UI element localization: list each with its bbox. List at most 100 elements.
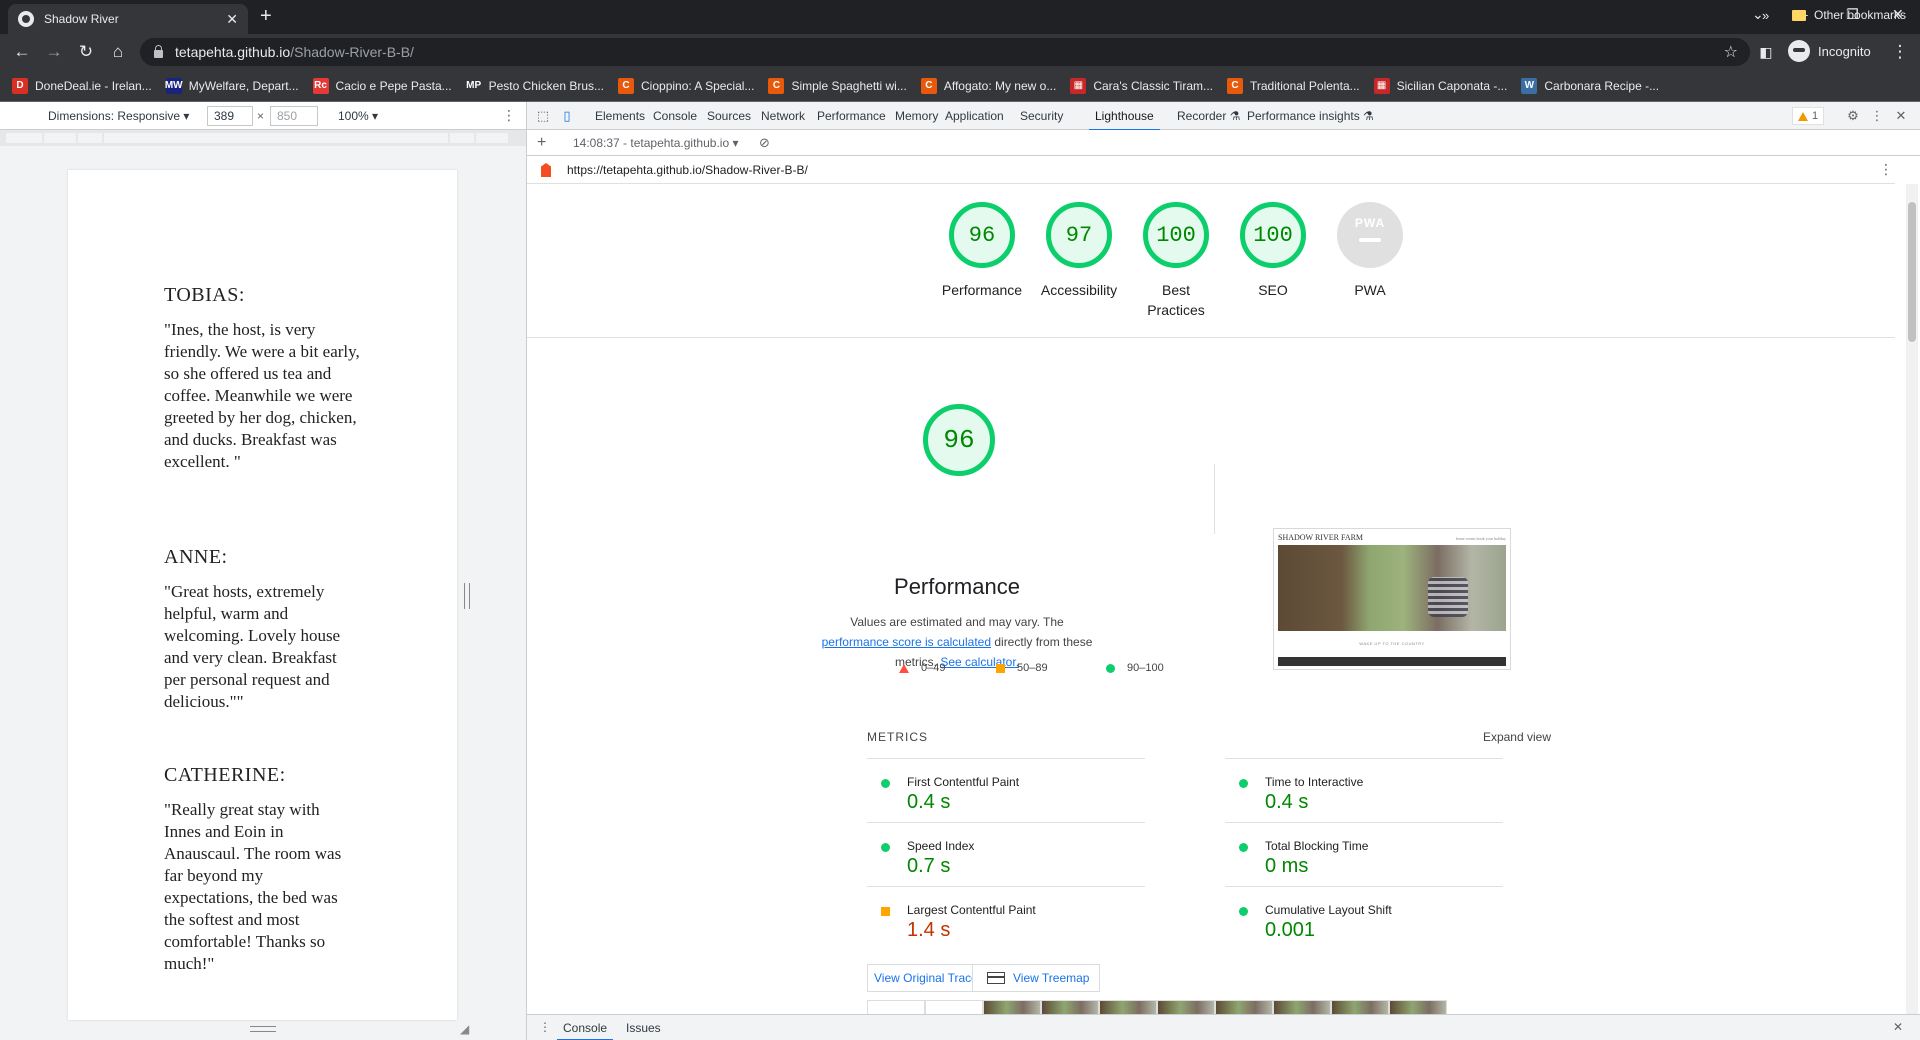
devtools-tab-elements[interactable]: Elements (595, 109, 645, 123)
metric-total-blocking-time: Total Blocking Time 0 ms (1225, 822, 1503, 886)
close-drawer-icon[interactable]: ✕ (1893, 1020, 1903, 1034)
bookmark-item[interactable]: D DoneDeal.ie - Irelan... (12, 77, 152, 94)
bookmark-item[interactable]: ▦ Sicilian Caponata -... (1373, 77, 1508, 94)
metric-value: 0.001 (1265, 919, 1316, 941)
warnings-badge[interactable]: 1 (1792, 107, 1825, 125)
other-bookmarks-label: Other bookmarks (1814, 8, 1907, 22)
metric-label: Time to Interactive (1265, 775, 1364, 789)
expand-view-toggle[interactable]: Expand view (1483, 730, 1551, 744)
bookmark-label: Sicilian Caponata -... (1396, 78, 1508, 93)
folder-icon (1792, 9, 1806, 21)
viewport-width-input[interactable] (207, 106, 253, 126)
bookmark-item[interactable]: C Simple Spaghetti wi... (768, 77, 907, 94)
pass-circle-icon (881, 779, 890, 788)
viewport-height-input[interactable] (270, 106, 318, 126)
gauge-seo[interactable]: 100 SEO (1223, 202, 1323, 300)
browser-tab[interactable]: Shadow River ✕ (8, 4, 248, 34)
report-url[interactable]: https://tetapehta.github.io/Shadow-River… (567, 163, 808, 177)
devtools-tab-console[interactable]: Console (653, 109, 697, 123)
gauge-label: Accessibility (1040, 282, 1118, 298)
drawer-tab-console[interactable]: Console (556, 1021, 614, 1040)
legend-fail: 0–49 (899, 662, 945, 674)
performance-score-link[interactable]: performance score is calculated (822, 635, 991, 649)
devtools-tab-security[interactable]: Security (1020, 109, 1063, 123)
bookmark-star-icon[interactable]: ☆ (1724, 42, 1738, 62)
report-menu-icon[interactable]: ⋮ (1879, 161, 1893, 178)
clear-reports-icon[interactable]: ⊘ (759, 135, 770, 151)
report-scrollbar[interactable] (1906, 184, 1918, 1014)
devtools-tab-application[interactable]: Application (945, 109, 1004, 123)
filmstrip-frame (867, 1000, 925, 1014)
close-devtools-icon[interactable]: ✕ (1893, 108, 1909, 124)
back-icon[interactable]: ← (12, 42, 32, 62)
devtools-tab-network[interactable]: Network (761, 109, 805, 123)
filmstrip-frame (1215, 1000, 1273, 1014)
device-viewport[interactable]: TOBIAS: "Ines, the host, is very friendl… (68, 170, 457, 1020)
new-report-icon[interactable]: + (537, 134, 546, 152)
warning-icon (1798, 111, 1808, 121)
performance-title: Performance (894, 574, 1020, 599)
zoom-dropdown[interactable]: 100% ▾ (338, 109, 378, 123)
final-screenshot[interactable]: SHADOW RIVER FARM home rooms book your h… (1273, 528, 1511, 670)
devtools-tab-lighthouse[interactable]: Lighthouse (1089, 109, 1160, 131)
device-options-icon[interactable]: ⋮ (502, 107, 516, 124)
pwa-badge-icon: PWA (1337, 202, 1403, 268)
forward-icon[interactable]: → (44, 42, 64, 62)
dimensions-dropdown[interactable]: Dimensions: Responsive ▾ (48, 109, 189, 123)
bookmark-item[interactable]: C Cioppino: A Special... (618, 77, 754, 94)
right-resize-handle[interactable] (464, 583, 470, 609)
url-path: /Shadow-River-B-B/ (290, 44, 414, 60)
bottom-resize-handle[interactable] (250, 1026, 276, 1032)
other-bookmarks[interactable]: Other bookmarks (1792, 8, 1906, 22)
review-quote: "Really great stay with Innes and Eoin i… (164, 800, 342, 973)
url-host: tetapehta.github.io (175, 44, 291, 60)
lock-icon[interactable] (154, 45, 163, 58)
devtools-menu-icon[interactable]: ⋮ (1869, 108, 1885, 124)
drawer-tab-issues[interactable]: Issues (626, 1021, 661, 1035)
browser-menu-icon[interactable]: ⋮ (1890, 42, 1910, 62)
reload-icon[interactable]: ↻ (76, 42, 96, 62)
bookmark-item[interactable]: ▦ Cara's Classic Tiram... (1070, 77, 1213, 94)
incognito-badge[interactable]: Incognito (1788, 40, 1871, 62)
device-toggle-icon[interactable]: ▯ (559, 108, 575, 124)
bookmarks-overflow-icon[interactable]: » (1762, 8, 1769, 23)
media-query-bar[interactable] (0, 130, 526, 146)
new-tab-icon[interactable]: + (260, 6, 272, 26)
home-icon[interactable]: ⌂ (108, 42, 128, 62)
gauge-accessibility[interactable]: 97 Accessibility (1029, 202, 1129, 300)
fail-triangle-icon (899, 663, 909, 673)
bookmark-item[interactable]: MP Pesto Chicken Brus... (465, 77, 605, 94)
bookmark-label: Pesto Chicken Brus... (488, 78, 605, 93)
bookmark-item[interactable]: C Affogato: My new o... (920, 77, 1056, 94)
devtools-tab-memory[interactable]: Memory (895, 109, 938, 123)
inspect-element-icon[interactable]: ⬚ (535, 108, 551, 124)
gauge-label: SEO (1258, 282, 1288, 298)
bookmark-item[interactable]: MW MyWelfare, Depart... (165, 77, 299, 94)
tab-title: Shadow River (44, 12, 119, 26)
view-original-trace-button[interactable]: View Original Trace (867, 964, 985, 992)
corner-resize-handle[interactable]: ◢ (460, 1022, 469, 1036)
close-tab-icon[interactable]: ✕ (226, 11, 238, 28)
gauge-best-practices[interactable]: 100 Best Practices (1126, 202, 1226, 320)
devtools-tab-performance[interactable]: Performance (817, 109, 886, 123)
devtools-tab-performance-insights[interactable]: Performance insights ⚗ (1247, 109, 1374, 123)
bookmark-item[interactable]: Rc Cacio e Pepe Pasta... (312, 77, 452, 94)
gauge-performance[interactable]: 96 Performance (932, 202, 1032, 300)
devtools-tab-recorder[interactable]: Recorder ⚗ (1177, 109, 1240, 123)
drawer-menu-icon[interactable]: ⋮ (539, 1020, 551, 1034)
bookmark-item[interactable]: W Carbonara Recipe -... (1521, 77, 1659, 94)
report-selector[interactable]: 14:08:37 - tetapehta.github.io ▾ (573, 136, 738, 150)
address-bar[interactable]: tetapehta.github.io/Shadow-River-B-B/ ☆ (140, 38, 1750, 66)
view-treemap-button[interactable]: View Treemap (972, 964, 1101, 992)
gauge-label: Best Practices (1147, 282, 1205, 318)
pass-circle-icon (881, 843, 890, 852)
devtools-tab-sources[interactable]: Sources (707, 109, 751, 123)
settings-gear-icon[interactable]: ⚙ (1845, 108, 1861, 124)
sidepanel-icon[interactable]: ◧ (1756, 42, 1776, 62)
metric-label: First Contentful Paint (907, 775, 1020, 789)
gauge-pwa[interactable]: PWA PWA (1320, 202, 1420, 300)
screenshot-hero-image (1278, 545, 1506, 631)
gauge-label: Performance (941, 282, 1023, 298)
metrics-header: METRICS Expand view (867, 730, 1551, 744)
bookmark-item[interactable]: C Traditional Polenta... (1227, 77, 1360, 94)
